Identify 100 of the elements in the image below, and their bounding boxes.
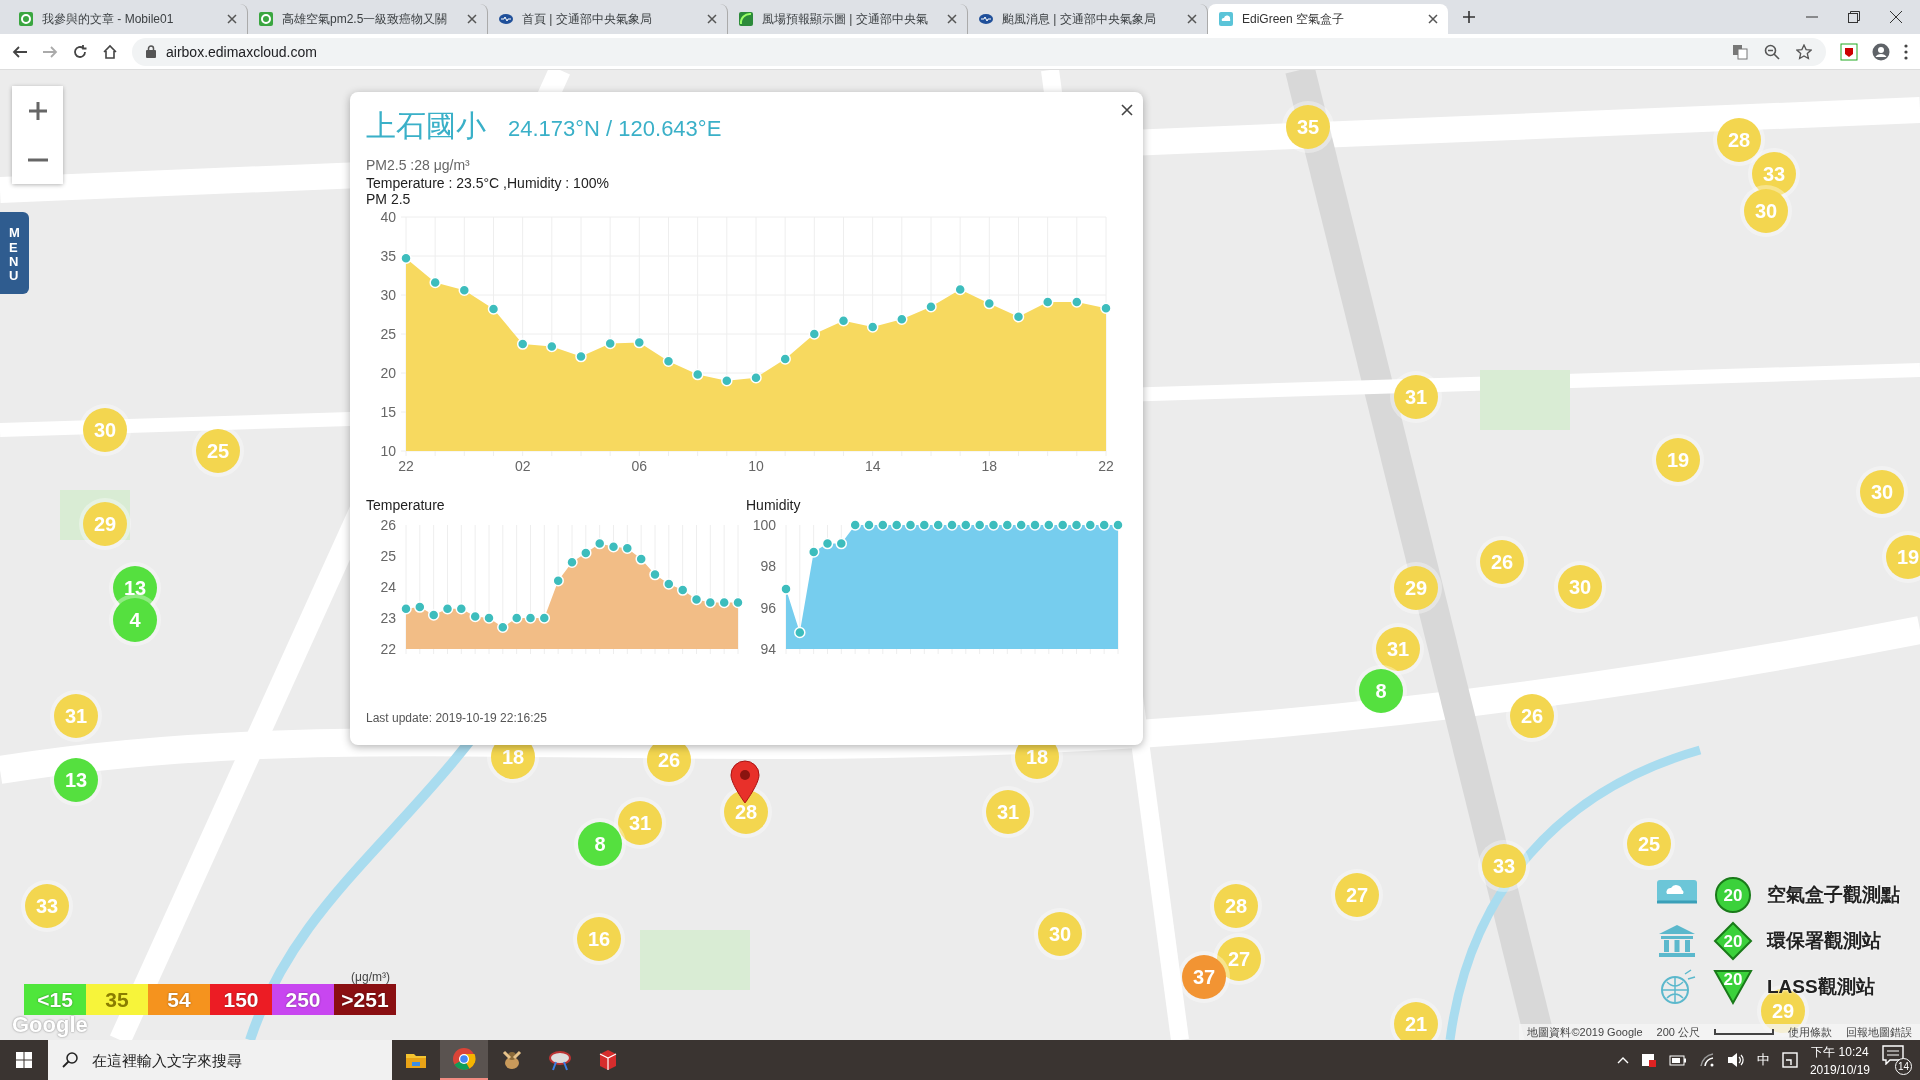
data-point[interactable]: [662, 355, 675, 368]
data-point[interactable]: [750, 371, 762, 384]
data-point[interactable]: [483, 612, 495, 624]
restore-icon[interactable]: [1848, 11, 1860, 23]
address-field[interactable]: airbox.edimaxcloud.com: [132, 37, 1826, 66]
data-point[interactable]: [663, 578, 675, 590]
data-point[interactable]: [849, 519, 861, 531]
data-point[interactable]: [1012, 311, 1025, 323]
data-point[interactable]: [497, 621, 509, 634]
data-point[interactable]: [566, 556, 578, 568]
map-pin-icon[interactable]: [730, 760, 760, 804]
data-point[interactable]: [704, 596, 717, 609]
data-point[interactable]: [890, 519, 903, 531]
data-point[interactable]: [973, 519, 986, 531]
menu-tab[interactable]: MENU: [0, 212, 29, 294]
data-point[interactable]: [904, 519, 917, 531]
data-point[interactable]: [621, 542, 634, 555]
data-point[interactable]: [960, 519, 972, 531]
close-icon[interactable]: [947, 14, 957, 24]
data-point[interactable]: [1056, 519, 1069, 531]
data-point[interactable]: [835, 537, 848, 550]
data-point[interactable]: [691, 368, 704, 381]
account-icon[interactable]: [1872, 42, 1890, 61]
data-point[interactable]: [455, 602, 468, 615]
close-icon[interactable]: [227, 14, 237, 24]
data-point[interactable]: [552, 575, 564, 587]
security-icon[interactable]: [1640, 1052, 1657, 1068]
close-icon[interactable]: [1890, 11, 1902, 23]
data-point[interactable]: [808, 328, 821, 340]
data-point[interactable]: [524, 612, 537, 624]
data-point[interactable]: [987, 519, 1000, 531]
data-point[interactable]: [925, 300, 937, 313]
data-point[interactable]: [780, 583, 792, 595]
data-point[interactable]: [718, 596, 730, 609]
data-point[interactable]: [580, 547, 592, 559]
wifi-icon[interactable]: [1698, 1053, 1715, 1067]
data-point[interactable]: [863, 519, 875, 531]
volume-icon[interactable]: [1726, 1052, 1745, 1068]
data-point[interactable]: [427, 609, 440, 621]
notification-button[interactable]: 14: [1882, 1045, 1912, 1075]
data-point[interactable]: [732, 596, 744, 609]
search-field[interactable]: 在這裡輸入文字來搜尋: [48, 1040, 392, 1080]
home-icon[interactable]: [102, 43, 118, 60]
data-point[interactable]: [593, 537, 606, 550]
data-point[interactable]: [1112, 519, 1124, 531]
data-point[interactable]: [487, 303, 500, 315]
new-tab-icon[interactable]: [1462, 10, 1476, 24]
data-point[interactable]: [1043, 519, 1055, 531]
zoom-in-button[interactable]: [12, 86, 63, 135]
data-point[interactable]: [721, 375, 733, 387]
data-point[interactable]: [946, 519, 958, 531]
data-point[interactable]: [649, 568, 661, 581]
data-point[interactable]: [1070, 519, 1083, 531]
data-point[interactable]: [779, 353, 791, 365]
report-link[interactable]: 回報地圖錯誤: [1846, 1024, 1912, 1040]
data-point[interactable]: [635, 553, 647, 565]
translate-icon[interactable]: [1732, 43, 1748, 60]
data-point[interactable]: [1100, 302, 1112, 315]
extension-icon[interactable]: [1840, 42, 1858, 61]
data-point[interactable]: [1071, 296, 1083, 308]
data-point[interactable]: [510, 612, 523, 624]
data-point[interactable]: [441, 602, 454, 615]
data-point[interactable]: [794, 626, 806, 639]
data-point[interactable]: [1041, 296, 1054, 308]
close-icon[interactable]: [707, 14, 717, 24]
data-point[interactable]: [676, 584, 689, 596]
data-point[interactable]: [866, 321, 879, 333]
data-point[interactable]: [1084, 519, 1097, 531]
data-point[interactable]: [1001, 519, 1014, 531]
close-icon[interactable]: [1428, 14, 1438, 24]
back-icon[interactable]: [12, 43, 28, 60]
close-icon[interactable]: [467, 14, 477, 24]
data-point[interactable]: [546, 340, 558, 353]
battery-icon[interactable]: [1668, 1054, 1687, 1066]
data-point[interactable]: [575, 350, 587, 363]
chevron-up-icon[interactable]: [1616, 1056, 1629, 1064]
reload-icon[interactable]: [72, 43, 88, 60]
data-point[interactable]: [429, 276, 441, 289]
data-point[interactable]: [983, 297, 996, 310]
data-point[interactable]: [1029, 519, 1041, 531]
star-icon[interactable]: [1796, 43, 1812, 60]
data-point[interactable]: [877, 519, 889, 531]
close-icon[interactable]: [1187, 14, 1197, 24]
data-point[interactable]: [837, 314, 850, 327]
data-point[interactable]: [400, 602, 412, 615]
data-point[interactable]: [918, 519, 931, 531]
data-point[interactable]: [896, 313, 908, 325]
forward-icon[interactable]: [42, 43, 58, 60]
menu-icon[interactable]: [1904, 43, 1908, 60]
data-point[interactable]: [932, 519, 944, 531]
taskbar-app[interactable]: [440, 1040, 488, 1080]
data-point[interactable]: [607, 540, 620, 553]
zoom-out-icon[interactable]: [1764, 43, 1780, 60]
data-point[interactable]: [458, 284, 471, 297]
data-point[interactable]: [516, 338, 529, 350]
data-point[interactable]: [538, 612, 551, 624]
data-point[interactable]: [414, 601, 426, 613]
tablet-mode-icon[interactable]: [1781, 1052, 1798, 1068]
data-point[interactable]: [604, 337, 616, 350]
data-point[interactable]: [633, 336, 646, 349]
